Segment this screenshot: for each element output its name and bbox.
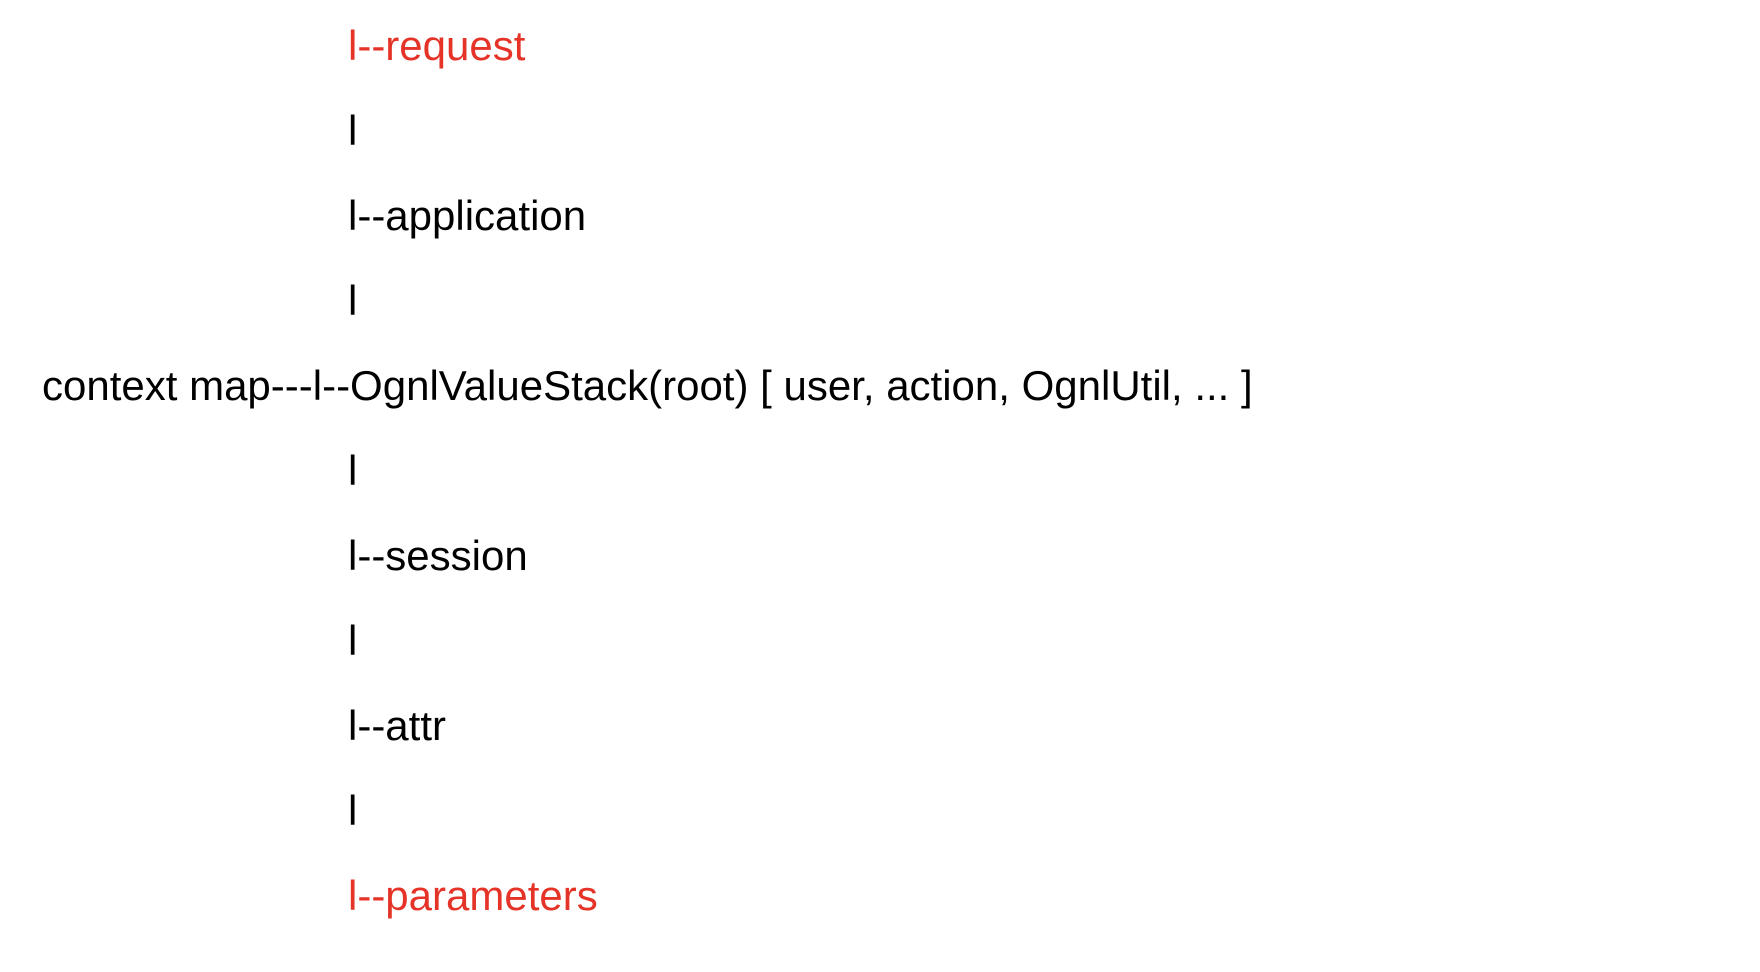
- application-entry: l--application: [348, 192, 587, 239]
- context-map-root: context map---l--OgnlValueStack(root) [ …: [42, 365, 1253, 407]
- session-entry: l--session: [348, 532, 528, 579]
- tree-bar: l: [348, 107, 358, 154]
- tree-bar: l: [348, 787, 358, 834]
- tree-bar: l: [348, 277, 358, 324]
- context-map-diagram: l--request l l--application l context ma…: [0, 0, 1760, 972]
- parameters-entry: l--parameters: [348, 872, 598, 919]
- tree-bar: l: [348, 447, 358, 494]
- ognl-value-stack-entry: l--OgnlValueStack(root) [ user, action, …: [312, 362, 1253, 409]
- tree-bar: l: [348, 617, 358, 664]
- attr-entry: l--attr: [348, 702, 446, 749]
- context-map-label: context map---: [42, 362, 313, 409]
- request-entry: l--request: [348, 22, 526, 69]
